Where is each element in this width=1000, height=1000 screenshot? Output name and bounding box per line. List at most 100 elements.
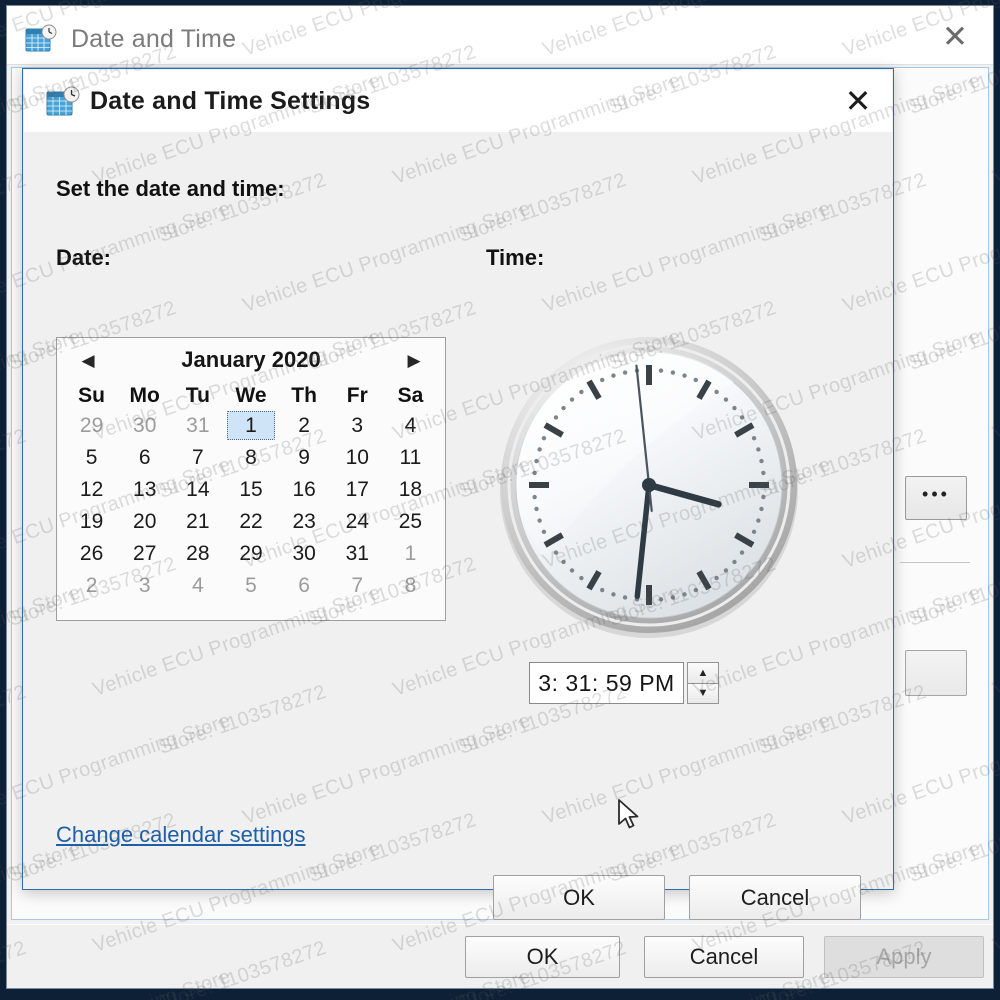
calendar-day-label: 29 — [79, 414, 104, 437]
dialog-cancel-button[interactable]: Cancel — [689, 875, 861, 920]
calendar-day-label: 7 — [351, 574, 364, 597]
calendar-day[interactable]: 18 — [384, 474, 437, 505]
calendar-day-headers: Su Mo Tu We Th Fr Sa — [57, 384, 445, 408]
calendar-day[interactable]: 8 — [384, 570, 437, 601]
calendar-day-label: 4 — [192, 574, 204, 597]
calendar-day[interactable]: 27 — [118, 538, 171, 569]
calendar-day[interactable]: 15 — [224, 474, 277, 505]
time-stepper[interactable]: ▲ ▼ — [687, 662, 719, 704]
calendar-day-label: 20 — [133, 510, 157, 533]
next-month-icon[interactable]: ▶ — [399, 348, 429, 374]
calendar-day[interactable]: 9 — [278, 442, 331, 473]
calendar-day[interactable]: 19 — [65, 506, 118, 537]
change-calendar-settings-link[interactable]: Change calendar settings — [56, 822, 306, 848]
calendar-day[interactable]: 12 — [65, 474, 118, 505]
calendar-day[interactable]: 10 — [331, 442, 384, 473]
calendar-day-header: Su — [78, 384, 105, 407]
calendar-day[interactable]: 22 — [224, 506, 277, 537]
calendar-day-grid[interactable]: 29 30 31 1 2 3 4 5 6 7 8 9 10 11 12 13 14 15 16 17 18 19 20 21 2… — [57, 408, 445, 601]
calendar-day[interactable]: 30 — [278, 538, 331, 569]
calendar-day[interactable]: 31 — [171, 410, 224, 441]
calendar-day-label: 17 — [345, 478, 369, 501]
calendar-control[interactable]: ◀ January 2020 ▶ Su Mo Tu We Th Fr Sa 29 30 31 1 2… — [56, 337, 446, 621]
parent-cancel-button[interactable]: Cancel — [644, 936, 804, 978]
dialog-ok-button[interactable]: OK — [493, 875, 665, 920]
calendar-day-label: 31 — [186, 414, 210, 437]
calendar-day[interactable]: 5 — [224, 570, 277, 601]
calendar-day[interactable]: 24 — [331, 506, 384, 537]
calendar-day-label: 5 — [85, 446, 98, 469]
calendar-day[interactable]: 31 — [331, 538, 384, 569]
time-stepper-down-icon[interactable]: ▼ — [687, 683, 719, 704]
calendar-day[interactable]: 26 — [65, 538, 118, 569]
parent-window-title: Date and Time — [71, 25, 237, 53]
calendar-day[interactable]: 30 — [118, 410, 171, 441]
calendar-day-label: 2 — [85, 574, 98, 597]
calendar-day[interactable]: 8 — [224, 442, 277, 473]
calendar-day-label: 27 — [133, 542, 157, 565]
calendar-day[interactable]: 28 — [171, 538, 224, 569]
calendar-day-label: 16 — [292, 478, 316, 501]
calendar-day-label: 26 — [79, 542, 104, 565]
calendar-day[interactable]: 4 — [384, 410, 437, 441]
parent-apply-button[interactable]: Apply — [824, 936, 984, 978]
calendar-day-header: Th — [291, 384, 317, 407]
calendar-day-label: 25 — [398, 510, 423, 533]
dialog-title: Date and Time Settings — [90, 87, 371, 115]
calendar-day-label: 10 — [345, 446, 369, 469]
calendar-day[interactable]: 2 — [65, 570, 118, 601]
calendar-day[interactable]: 17 — [331, 474, 384, 505]
calendar-day[interactable]: 6 — [118, 442, 171, 473]
calendar-clock-icon — [25, 24, 57, 52]
calendar-day-label: 8 — [404, 574, 417, 597]
calendar-day[interactable]: 4 — [171, 570, 224, 601]
calendar-day[interactable]: 25 — [384, 506, 437, 537]
secondary-button[interactable] — [905, 650, 967, 696]
more-options-button[interactable]: ••• — [905, 476, 967, 520]
calendar-day-selected[interactable]: 1 — [224, 410, 277, 441]
time-stepper-up-icon[interactable]: ▲ — [687, 662, 719, 684]
calendar-day-label: 5 — [245, 574, 257, 597]
calendar-day[interactable]: 1 — [384, 538, 437, 569]
calendar-day-label: 4 — [404, 414, 417, 437]
mouse-cursor — [618, 799, 639, 829]
calendar-month-year[interactable]: January 2020 — [57, 347, 445, 373]
calendar-day[interactable]: 16 — [278, 474, 331, 505]
parent-title-bar: Date and Time ✕ — [7, 6, 993, 64]
calendar-day-label: 3 — [138, 574, 151, 597]
calendar-day[interactable]: 20 — [118, 506, 171, 537]
calendar-day[interactable]: 7 — [331, 570, 384, 601]
close-icon[interactable]: ✕ — [933, 16, 977, 56]
calendar-day-label: 6 — [298, 574, 310, 597]
close-icon[interactable]: ✕ — [830, 76, 886, 126]
calendar-day[interactable]: 5 — [65, 442, 118, 473]
dialog-title-bar: Date and Time Settings ✕ — [24, 70, 892, 132]
calendar-day[interactable]: 29 — [224, 538, 277, 569]
time-label: Time: — [486, 245, 545, 270]
calendar-day-label: 11 — [399, 446, 422, 469]
calendar-day-label: 7 — [192, 446, 204, 469]
calendar-day-label: 13 — [133, 478, 157, 501]
calendar-day[interactable]: 13 — [118, 474, 171, 505]
calendar-day[interactable]: 3 — [118, 570, 171, 601]
calendar-day[interactable]: 11 — [384, 442, 437, 473]
calendar-day[interactable]: 7 — [171, 442, 224, 473]
calendar-day[interactable]: 23 — [278, 506, 331, 537]
calendar-day-label: 19 — [79, 510, 104, 533]
calendar-day[interactable]: 6 — [278, 570, 331, 601]
dialog-body: Set the date and time: Date: Time: ◀ Jan… — [24, 132, 892, 920]
calendar-day-label: 2 — [298, 414, 310, 437]
calendar-day-label: 30 — [133, 414, 157, 437]
calendar-day[interactable]: 3 — [331, 410, 384, 441]
calendar-day[interactable]: 21 — [171, 506, 224, 537]
calendar-day-label: 1 — [226, 411, 275, 440]
calendar-day[interactable]: 29 — [65, 410, 118, 441]
calendar-day-label: 9 — [298, 446, 310, 469]
calendar-day-label: 28 — [186, 542, 210, 565]
calendar-day[interactable]: 2 — [278, 410, 331, 441]
parent-ok-button[interactable]: OK — [465, 936, 620, 978]
calendar-day-label: 1 — [404, 542, 417, 565]
calendar-day[interactable]: 14 — [171, 474, 224, 505]
calendar-day-label: 6 — [138, 446, 151, 469]
time-input[interactable]: 3: 31: 59 PM — [529, 662, 684, 704]
